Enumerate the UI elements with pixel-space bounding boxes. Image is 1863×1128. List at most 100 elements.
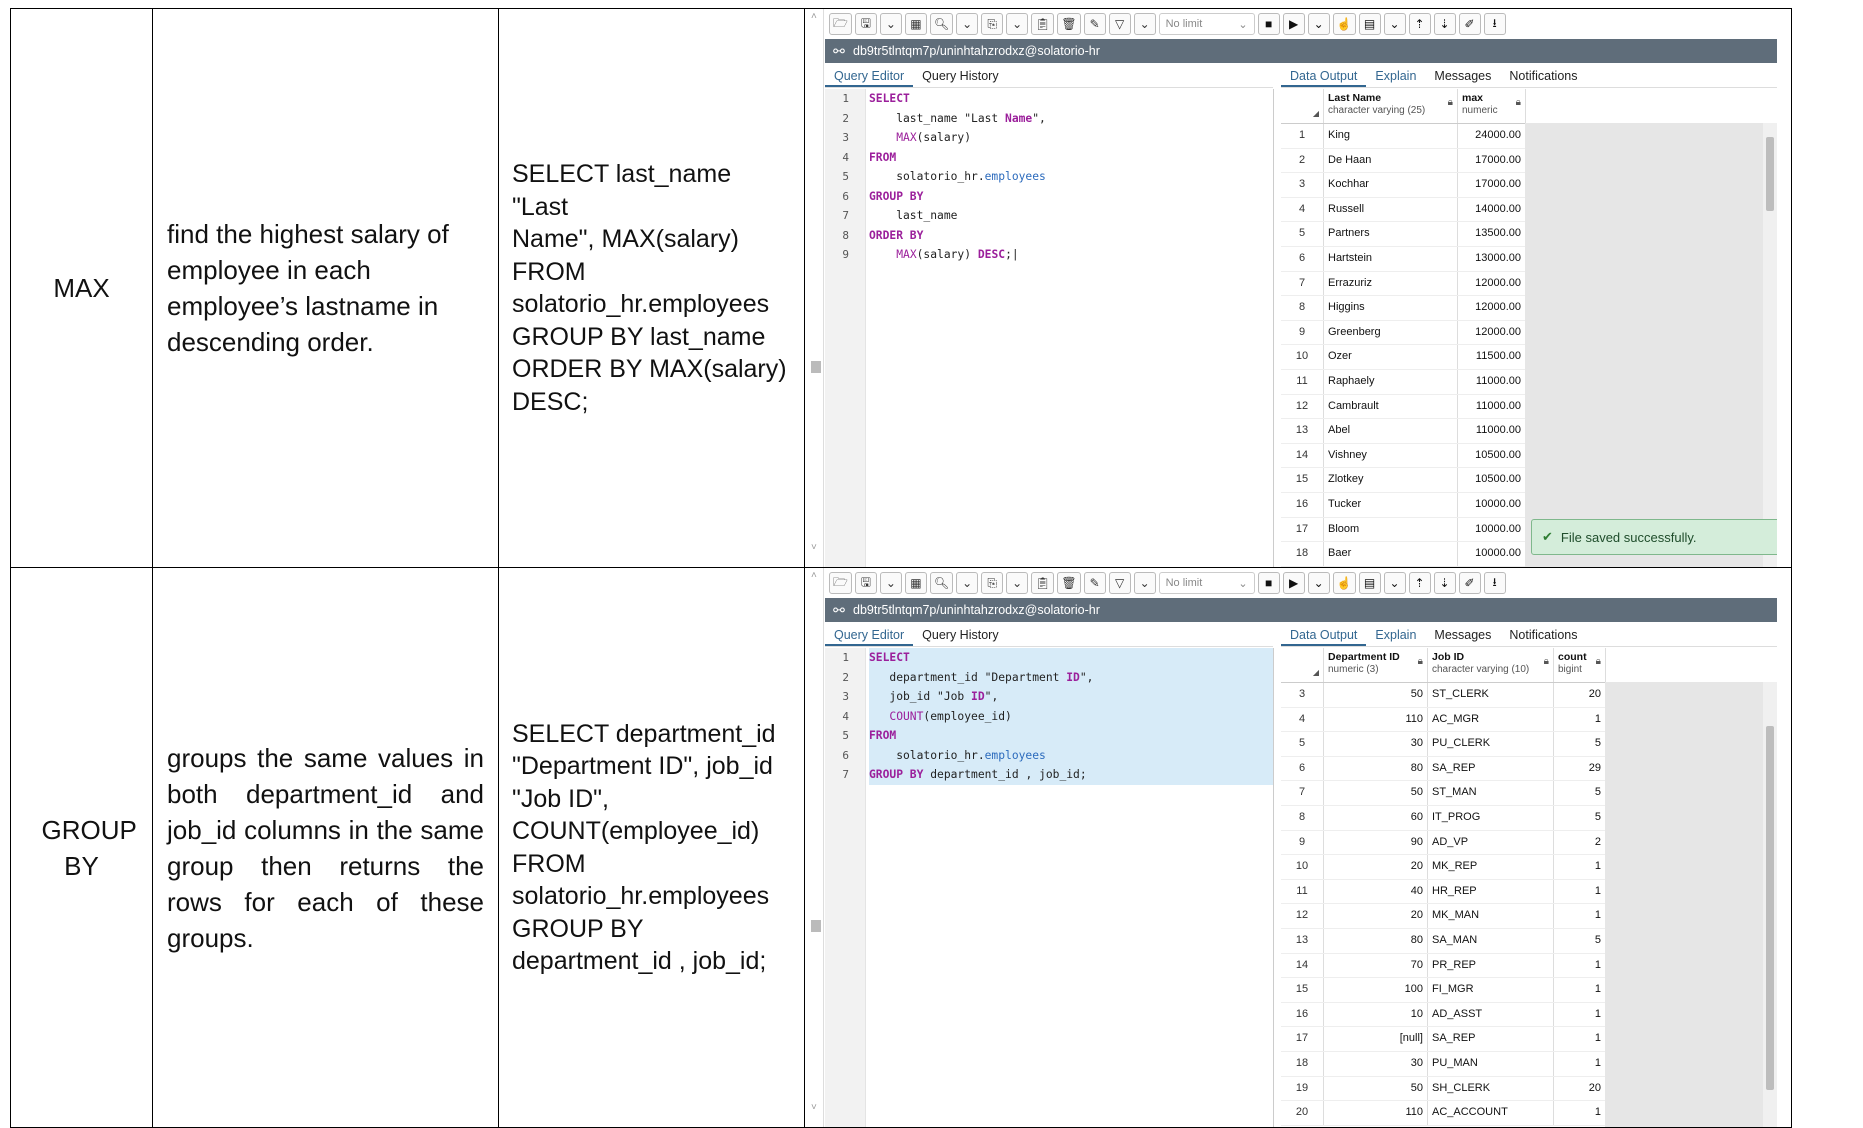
- edit-icon[interactable]: ✎: [1083, 572, 1106, 594]
- table-cell[interactable]: SA_REP: [1428, 1027, 1554, 1051]
- table-cell[interactable]: Cambrault: [1324, 394, 1458, 419]
- table-cell[interactable]: 10500.00: [1458, 468, 1526, 492]
- save-icon[interactable]: 🖫: [854, 13, 877, 35]
- chevron-down-icon[interactable]: ⌄: [1006, 572, 1029, 594]
- table-cell[interactable]: 1: [1554, 978, 1606, 1002]
- table-cell[interactable]: 30: [1324, 732, 1428, 756]
- table-cell[interactable]: 60: [1324, 805, 1428, 830]
- table-cell[interactable]: 10: [1324, 1002, 1428, 1027]
- table-cell[interactable]: Vishney: [1324, 443, 1458, 468]
- table-cell[interactable]: Higgins: [1324, 296, 1458, 320]
- table-cell[interactable]: 24000.00: [1458, 124, 1526, 148]
- paste-icon[interactable]: 📋︎: [1031, 13, 1055, 35]
- table-cell[interactable]: SA_REP: [1428, 756, 1554, 781]
- stop-icon[interactable]: ■: [1257, 13, 1280, 35]
- tab-query-history[interactable]: Query History: [913, 65, 1007, 87]
- table-cell[interactable]: 20: [1324, 904, 1428, 928]
- tab-query-editor[interactable]: Query Editor: [825, 624, 914, 646]
- table-cell[interactable]: PU_CLERK: [1428, 732, 1554, 756]
- table-cell[interactable]: AD_VP: [1428, 830, 1554, 855]
- scrollbar-thumb[interactable]: [1766, 726, 1774, 1090]
- table-cell[interactable]: 29: [1554, 756, 1606, 781]
- table-cell[interactable]: 5: [1554, 805, 1606, 830]
- table-cell[interactable]: 17000.00: [1458, 148, 1526, 173]
- chevron-down-icon[interactable]: ⌄: [879, 13, 902, 35]
- copy-icon[interactable]: ⎘: [981, 572, 1004, 594]
- tab-messages[interactable]: Messages: [1425, 624, 1500, 646]
- edit-icon[interactable]: ✎: [1083, 13, 1106, 35]
- table-cell[interactable]: 20: [1554, 1076, 1606, 1101]
- table-cell[interactable]: 10500.00: [1458, 443, 1526, 468]
- table-cell[interactable]: Errazuriz: [1324, 271, 1458, 296]
- table-cell[interactable]: 100: [1324, 978, 1428, 1002]
- commit-icon[interactable]: ⇡: [1408, 572, 1431, 594]
- table-cell[interactable]: MK_MAN: [1428, 904, 1554, 928]
- column-header[interactable]: max numeric 🔒︎: [1458, 89, 1526, 123]
- table-cell[interactable]: King: [1324, 124, 1458, 148]
- table-cell[interactable]: [null]: [1324, 1027, 1428, 1051]
- table-cell[interactable]: AC_ACCOUNT: [1428, 1101, 1554, 1125]
- table-cell[interactable]: 1: [1554, 707, 1606, 732]
- table-cell[interactable]: HR_REP: [1428, 879, 1554, 904]
- chevron-down-icon[interactable]: ⌄: [956, 13, 979, 35]
- open-file-icon[interactable]: 🗁: [829, 13, 852, 35]
- table-cell[interactable]: ST_MAN: [1428, 781, 1554, 805]
- table-cell[interactable]: 1: [1554, 904, 1606, 928]
- tab-notifications[interactable]: Notifications: [1500, 624, 1586, 646]
- chevron-down-icon[interactable]: ⌄: [1006, 13, 1029, 35]
- scroll-down-icon[interactable]: ˅: [811, 1102, 817, 1113]
- chevron-down-icon[interactable]: ⌄: [1383, 13, 1406, 35]
- table-cell[interactable]: SA_MAN: [1428, 928, 1554, 953]
- chevron-down-icon[interactable]: ⌄: [1307, 13, 1330, 35]
- scroll-up-icon[interactable]: ˄: [811, 570, 817, 581]
- table-cell[interactable]: 10000.00: [1458, 542, 1526, 566]
- table-cell[interactable]: 5: [1554, 781, 1606, 805]
- table-cell[interactable]: 11000.00: [1458, 394, 1526, 419]
- delete-icon[interactable]: 🗑︎: [1057, 572, 1081, 594]
- table-cell[interactable]: 5: [1554, 732, 1606, 756]
- execute-icon[interactable]: ▶: [1282, 572, 1305, 594]
- tab-notifications[interactable]: Notifications: [1500, 65, 1586, 87]
- sql-editor[interactable]: 1 2 3 4 5 6 7 SELECT department_id "Department …: [825, 648, 1274, 1127]
- tab-data-output[interactable]: Data Output: [1281, 65, 1367, 87]
- table-icon[interactable]: ▦: [904, 13, 927, 35]
- table-cell[interactable]: Greenberg: [1324, 320, 1458, 345]
- table-cell[interactable]: 50: [1324, 1076, 1428, 1101]
- table-cell[interactable]: Baer: [1324, 542, 1458, 566]
- table-cell[interactable]: 5: [1554, 928, 1606, 953]
- table-cell[interactable]: Tucker: [1324, 492, 1458, 517]
- table-cell[interactable]: 20: [1324, 855, 1428, 879]
- explain-icon[interactable]: ☝: [1332, 572, 1356, 594]
- table-cell[interactable]: 10000.00: [1458, 517, 1526, 542]
- grid-scrollbar[interactable]: [1763, 682, 1777, 1127]
- chevron-down-icon[interactable]: ⌄: [956, 572, 979, 594]
- tab-explain[interactable]: Explain: [1366, 624, 1425, 646]
- table-cell[interactable]: Kochhar: [1324, 173, 1458, 197]
- scroll-down-icon[interactable]: ˅: [811, 542, 817, 553]
- column-header[interactable]: Last Name character varying (25) 🔒︎: [1324, 89, 1458, 123]
- table-cell[interactable]: 13000.00: [1458, 246, 1526, 271]
- tab-messages[interactable]: Messages: [1425, 65, 1500, 87]
- table-cell[interactable]: Zlotkey: [1324, 468, 1458, 492]
- tab-query-editor[interactable]: Query Editor: [825, 65, 914, 87]
- code-area[interactable]: SELECT last_name "Last Name", MAX(salary…: [869, 89, 1273, 265]
- table-cell[interactable]: 10000.00: [1458, 492, 1526, 517]
- filter-icon[interactable]: ▽: [1108, 13, 1131, 35]
- table-cell[interactable]: 1: [1554, 855, 1606, 879]
- table-cell[interactable]: Bloom: [1324, 517, 1458, 542]
- table-cell[interactable]: Abel: [1324, 419, 1458, 443]
- scroll-up-icon[interactable]: ˄: [811, 11, 817, 22]
- table-cell[interactable]: 20: [1554, 683, 1606, 707]
- editor-scrollbar[interactable]: ˄ ˅: [809, 568, 824, 1127]
- table-cell[interactable]: 1: [1554, 953, 1606, 978]
- code-area[interactable]: SELECT department_id "Department ID", jo…: [869, 648, 1273, 785]
- table-cell[interactable]: IT_PROG: [1428, 805, 1554, 830]
- explain-icon[interactable]: ☝: [1332, 13, 1356, 35]
- table-icon[interactable]: ▦: [904, 572, 927, 594]
- table-cell[interactable]: FI_MGR: [1428, 978, 1554, 1002]
- scrollbar-thumb[interactable]: [811, 361, 821, 373]
- table-cell[interactable]: 12000.00: [1458, 296, 1526, 320]
- table-cell[interactable]: 1: [1554, 1051, 1606, 1076]
- table-cell[interactable]: ST_CLERK: [1428, 683, 1554, 707]
- commit-icon[interactable]: ⇡: [1408, 13, 1431, 35]
